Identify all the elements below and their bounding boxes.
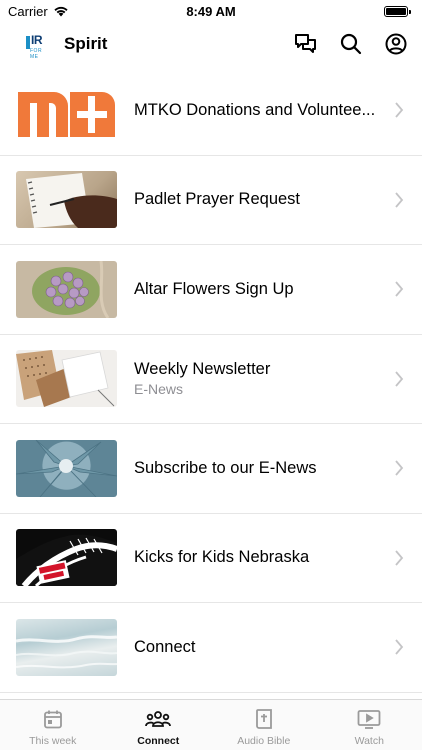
list-item[interactable]: Altar Flowers Sign Up (0, 245, 422, 335)
people-group-icon (145, 711, 172, 727)
chevron-right-icon (395, 192, 404, 208)
item-subtitle: E-News (134, 381, 184, 398)
item-title: Altar Flowers Sign Up (134, 279, 294, 298)
messages-button[interactable] (294, 32, 318, 56)
chevron-right-icon (395, 639, 404, 655)
bible-icon (255, 709, 272, 729)
search-button[interactable] (339, 32, 363, 56)
connect-list: MTKO Donations and Voluntee... Padlet Pr… (0, 66, 422, 693)
list-item[interactable]: Subscribe to our E-News (0, 424, 422, 514)
item-title: Padlet Prayer Request (134, 190, 301, 209)
list-item[interactable]: Connect (0, 603, 422, 693)
header-actions (294, 32, 408, 56)
list-item[interactable]: Padlet Prayer Request (0, 156, 422, 245)
tab-label: Audio Bible (237, 735, 291, 747)
status-bar: Carrier 8:49 AM (0, 0, 422, 22)
app-logo: IR FOR ME (26, 33, 50, 60)
list-item[interactable]: Kicks for Kids Nebraska (0, 514, 422, 603)
status-left: Carrier (8, 4, 69, 19)
notebook-writing-image (16, 171, 117, 229)
chevron-right-icon (395, 550, 404, 566)
chevron-right-icon (395, 460, 404, 476)
chevron-right-icon (395, 102, 404, 118)
paper-cards-image (16, 350, 117, 408)
app-header: IR FOR ME Spirit (0, 22, 422, 66)
tab-this-week[interactable]: This week (0, 700, 106, 750)
chevron-right-icon (395, 371, 404, 387)
mtko-logo-image (16, 81, 117, 139)
tab-audio-bible[interactable]: Audio Bible (211, 700, 317, 750)
battery-icon (384, 5, 411, 17)
logo-letters: IR (31, 33, 43, 47)
list-item[interactable]: MTKO Donations and Voluntee... (0, 66, 422, 156)
profile-button[interactable] (384, 32, 408, 56)
chat-bubbles-icon (295, 34, 316, 53)
carrier-label: Carrier (8, 3, 48, 19)
chevron-right-icon (395, 281, 404, 297)
tab-connect[interactable]: Connect (106, 700, 212, 750)
play-video-icon (357, 710, 381, 729)
search-icon (340, 33, 362, 55)
tab-label: Watch (354, 735, 384, 747)
tab-label: This week (29, 735, 77, 747)
item-title: Subscribe to our E-News (134, 458, 317, 477)
item-title: Kicks for Kids Nebraska (134, 548, 310, 567)
tab-bar: This week Connect Audio Bible Watch (0, 699, 422, 750)
wifi-icon (54, 6, 68, 17)
app-title: Spirit (64, 34, 108, 53)
item-title: Weekly Newsletter (134, 360, 271, 379)
tab-watch[interactable]: Watch (317, 700, 422, 750)
succulent-plant-image (16, 439, 117, 497)
tab-label: Connect (137, 735, 180, 747)
logo-subtext: FOR ME (30, 48, 43, 60)
water-waves-image (16, 618, 117, 676)
profile-icon (385, 33, 407, 55)
kicks-for-kids-image (16, 529, 117, 587)
item-title: Connect (134, 637, 196, 656)
flowers-image (16, 260, 117, 318)
list-item[interactable]: Weekly Newsletter E-News (0, 335, 422, 424)
item-title: MTKO Donations and Voluntee... (134, 100, 376, 119)
calendar-icon (43, 710, 62, 729)
